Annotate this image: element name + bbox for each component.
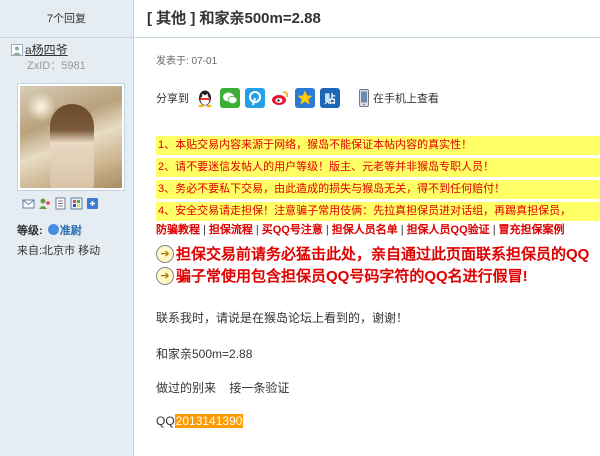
post-date: 发表于: 07-01 [156,56,218,67]
safety-links: 防骗教程 | 担保流程 | 买QQ号注意 | 担保人员名单 | 担保人员QQ验证 | 冒充担保案例 [156,224,565,236]
avatar[interactable] [17,83,125,191]
author-zxid: ZxID：5981 [27,60,86,72]
profile-icon[interactable] [54,197,67,210]
level-value: 准尉 [59,225,82,237]
arrow-icon: ➔ [156,266,174,285]
arrow-icon: ➔ [156,244,174,263]
author-action-icons [22,197,99,210]
wechat-icon[interactable] [220,88,240,108]
notice-block: 1、本贴交易内容来源于网络，猴岛不能保证本帖内容的真实性！ 2、请不要迷信发帖人… [156,136,600,224]
author-source: 来自:北京市 移动 [17,245,101,257]
warning-line: ➔ 骗子常使用包含担保员QQ号码字符的QQ名进行假冒! [156,265,528,286]
photo-icon[interactable] [70,197,83,210]
tencent-weibo-icon[interactable] [245,88,265,108]
link-impersonation-cases[interactable]: 冒充担保案例 [499,224,565,236]
warning-text: 骗子常使用包含担保员QQ号码字符的QQ名进行假冒! [176,268,528,285]
notice-line: 1、本贴交易内容来源于网络，猴岛不能保证本帖内容的真实性！ [156,136,600,155]
share-label: 分享到 [156,93,189,105]
notice-line: 4、安全交易请走担保！注意骗子常用伎俩：先拉真担保员进对话组，再踢真担保员， [156,202,600,221]
author-name-link[interactable]: a杨四爷 [25,41,68,58]
link-anti-fraud[interactable]: 防骗教程 [156,224,200,236]
link-guarantor-verify[interactable]: 担保人员QQ验证 [407,224,490,236]
qq-line: QQ2013141390 [156,414,244,428]
level-label: 等级: [17,225,43,237]
view-on-mobile-label: 在手机上查看 [373,93,439,105]
notice-line: 2、请不要迷信发帖人的用户等级！版主、元老等并非猴岛专职人员！ [156,158,600,177]
qq-number: 2013141390 [174,414,244,428]
renren-icon[interactable]: 贴 [320,88,340,108]
post-title: [ 其他 ] 和家亲500m=2.88 [135,0,600,38]
warning-text[interactable]: 担保交易前请务必猛击此处，亲自通过此页面联系担保员的QQ [176,243,589,264]
user-icon [11,43,23,56]
qq-icon[interactable] [195,88,215,108]
author-sidebar: 7个回复 a杨四爷 ZxID：5981 等级: 准尉 来自:北京市 移动 [0,0,134,456]
warning-line[interactable]: ➔ 担保交易前请务必猛击此处，亲自通过此页面联系担保员的QQ [156,243,589,264]
svg-text:贴: 贴 [324,92,336,106]
qzone-icon[interactable] [295,88,315,108]
sina-weibo-icon[interactable] [270,88,290,108]
link-guarantee-process[interactable]: 担保流程 [209,224,253,236]
add-friend-icon[interactable] [38,197,51,210]
message-icon[interactable] [22,197,35,210]
author-level: 等级: 准尉 [17,222,82,238]
mobile-phone-icon [359,89,369,107]
contact-text: 联系我时，请说是在猴岛论坛上看到的，谢谢！ [156,311,409,325]
link-buy-qq-notice[interactable]: 买QQ号注意 [262,224,323,236]
level-badge-icon [47,224,59,235]
post-main: [ 其他 ] 和家亲500m=2.88 发表于: 07-01 分享到 贴 在手机… [135,0,600,456]
qq-prefix: QQ [156,414,175,428]
product-text: 和家亲500m=2.88 [156,347,253,361]
link-guarantor-list[interactable]: 担保人员名单 [332,224,398,236]
share-bar: 分享到 贴 在手机上查看 [156,88,439,108]
view-on-mobile-link[interactable]: 在手机上查看 [359,89,439,107]
reply-count: 7个回复 [0,0,133,38]
note-text: 做过的别来 接一条验证 [156,381,290,395]
share-icon[interactable] [86,197,99,210]
notice-line: 3、务必不要私下交易，由此造成的损失与猴岛无关，得不到任何赔付！ [156,180,600,199]
author-row: a杨四爷 [11,41,68,58]
